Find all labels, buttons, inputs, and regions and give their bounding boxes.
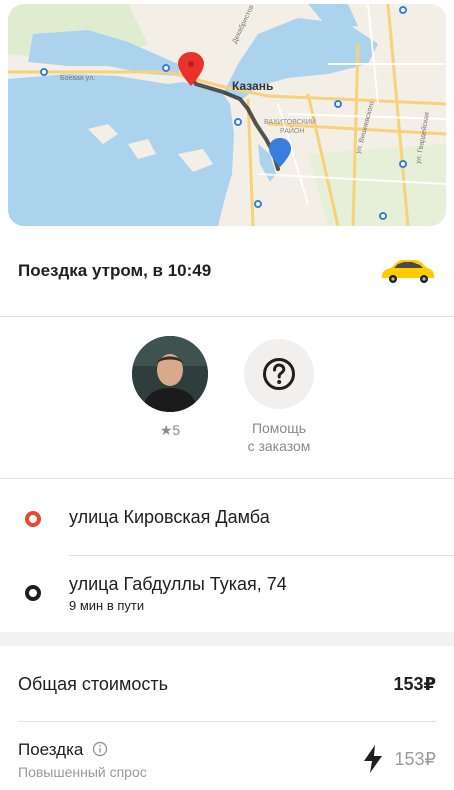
ride-sublabel: Повышенный спрос — [18, 764, 147, 780]
route-origin: улица Кировская Дамба — [0, 495, 454, 545]
divider — [0, 478, 454, 479]
map-district-label-2: РАЙОН — [280, 126, 304, 135]
trip-header: Поездка утром, в 10:49 — [0, 238, 454, 304]
divider — [69, 555, 454, 556]
map-street-label: Боевая ул. — [60, 75, 95, 82]
divider — [18, 721, 436, 722]
surge-bolt-icon — [364, 745, 382, 773]
origin-address: улица Кировская Дамба — [69, 507, 270, 527]
trip-title: Поездка утром, в 10:49 — [18, 261, 212, 280]
driver-rating: ★5 — [159, 422, 181, 438]
ride-label: Поездка — [18, 740, 84, 759]
total-cost-value: 153₽ — [393, 674, 436, 694]
map-city-label: Казань — [232, 79, 273, 93]
total-cost-label: Общая стоимость — [18, 674, 168, 694]
divider — [0, 316, 454, 317]
map-district-label: ВАХИТОВСКИЙ — [264, 117, 316, 126]
route-map[interactable]: Казань ВАХИТОВСКИЙ РАЙОН Боевая ул. ул. … — [8, 4, 446, 226]
ride-cost-row[interactable]: Поездка Повышенный спрос 153₽ — [0, 732, 454, 790]
total-cost-row: Общая стоимость 153₽ — [0, 664, 454, 708]
ride-cost-value: 153₽ — [394, 749, 436, 769]
driver-avatar[interactable] — [132, 336, 208, 412]
driver-card[interactable]: ★5 — [115, 336, 225, 439]
destination-marker-icon — [25, 585, 41, 601]
destination-address: улица Габдуллы Тукая, 74 — [69, 574, 287, 594]
help-label-line2: с заказом — [247, 438, 311, 454]
section-separator — [0, 632, 454, 646]
route-destination: улица Габдуллы Тукая, 74 9 мин в пути — [0, 565, 454, 625]
order-actions: ★5 Помощь с заказом — [0, 330, 454, 470]
help-button[interactable]: Помощь с заказом — [224, 336, 334, 455]
question-icon — [263, 358, 295, 390]
ride-label-wrap: Поездка — [18, 740, 108, 760]
taxi-car-icon — [382, 260, 434, 283]
help-label-line1: Помощь — [251, 420, 307, 436]
order-details-screen: Казань ВАХИТОВСКИЙ РАЙОН Боевая ул. ул. … — [0, 0, 454, 790]
info-icon[interactable] — [92, 741, 108, 757]
trip-duration: 9 мин в пути — [69, 598, 145, 613]
help-label: Помощь с заказом — [224, 419, 334, 455]
origin-marker-icon — [25, 511, 41, 527]
help-circle[interactable] — [244, 339, 314, 409]
